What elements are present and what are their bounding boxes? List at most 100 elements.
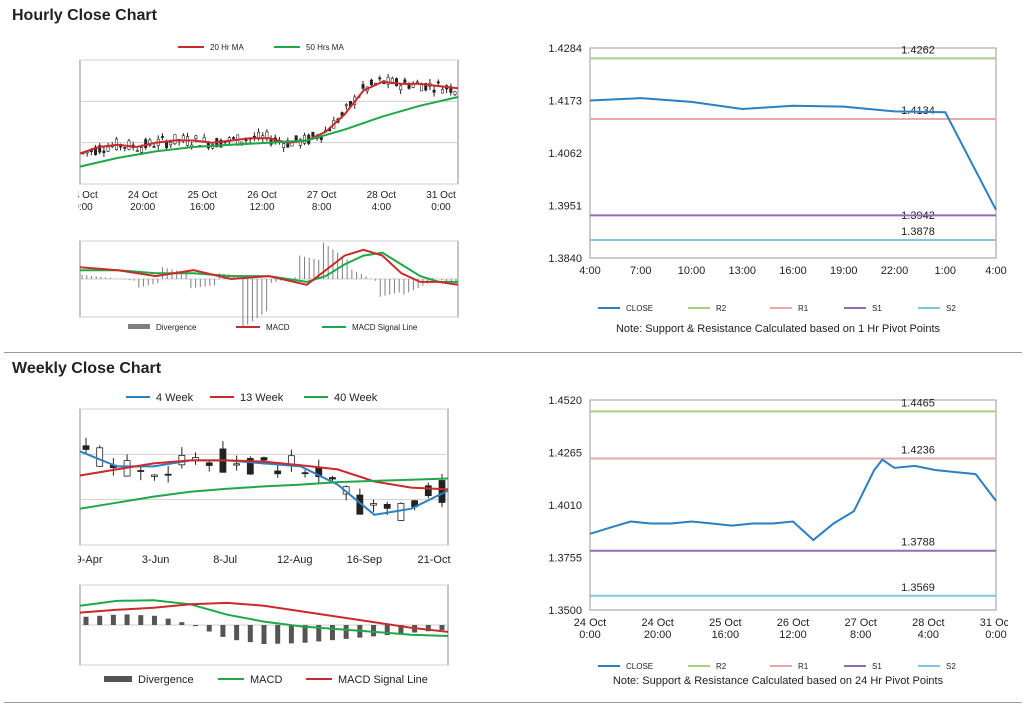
pivot-level-label: 1.3878 (901, 226, 935, 238)
legend-macd: MACD (266, 323, 290, 332)
pivot-level-label: 1.4465 (901, 397, 935, 409)
candle-body (383, 503, 391, 509)
candle-body (394, 78, 398, 86)
y-tick-label: 1.3840 (548, 253, 582, 265)
x-tick-label: 25 Oct 16:00 (709, 617, 741, 641)
divergence-bar (165, 618, 171, 625)
divergence-bar (124, 614, 130, 625)
legend-s1: S1 (872, 304, 882, 313)
legend-close: CLOSE (626, 304, 653, 313)
divergence-bar (261, 625, 267, 645)
candle-body (173, 134, 177, 144)
candle-body (82, 445, 90, 450)
plot-area-border (589, 399, 997, 611)
hourly-candle-panel: 20 Hr MA 50 Hrs MA 1.42901.41001.39101.3… (78, 33, 463, 233)
x-tick-label: 4:00 (579, 265, 600, 277)
candle-body (344, 104, 348, 107)
pivot-level-label: 1.4236 (901, 444, 935, 456)
x-tick-label: 4:00 (985, 265, 1006, 277)
candle-body (282, 143, 286, 148)
legend-close: CLOSE (626, 662, 653, 671)
hourly-candle-legend: 20 Hr MA 50 Hrs MA (178, 43, 344, 52)
candle-body (96, 447, 104, 467)
divergence-bar (439, 625, 445, 630)
candle-body (135, 150, 139, 152)
divergence-bar (138, 615, 144, 625)
x-tick-label: 8-Jul (213, 554, 237, 566)
y-tick-label: 1.3500 (548, 605, 582, 617)
divergence-bar (343, 625, 349, 639)
candle-body (194, 135, 198, 139)
plot-area-border (79, 408, 449, 546)
candle-body (415, 81, 419, 84)
candle-body (164, 473, 172, 476)
legend-r2: R2 (716, 304, 727, 313)
legend-week-2: 40 Week (334, 392, 378, 404)
x-tick-label: 31 Oct0:00 (980, 617, 1008, 641)
divergence-bar (220, 625, 226, 637)
x-tick-label: 13:00 (728, 265, 756, 277)
series-line-macd-signal (80, 251, 458, 283)
y-tick-label: 1.4062 (548, 148, 582, 160)
weekly-candle-panel: 1.52501.45001.37501.30004 Week13 Week40 … (78, 387, 463, 572)
pivot-note: Note: Support & Resistance Calculated ba… (613, 675, 944, 687)
hourly-macd-panel: 0.01300.0000-0.0130DivergenceMACDMACD Si… (78, 235, 463, 335)
candle-body (399, 85, 403, 91)
candle-body (407, 84, 411, 89)
x-tick-label: 12-Aug (277, 554, 312, 566)
candle-body (233, 463, 241, 466)
legend-s2: S2 (946, 304, 956, 313)
divergence-bar (193, 625, 199, 627)
y-tick-label: 1.3755 (548, 553, 582, 565)
candle-body (106, 146, 110, 152)
y-tick-label: 1.4520 (548, 395, 582, 407)
divergence-bar (275, 625, 281, 644)
candle-body (205, 462, 213, 466)
x-tick-label: 16:00 (779, 265, 807, 277)
divergence-bar (371, 625, 377, 637)
legend-r1: R1 (798, 662, 809, 671)
legend-week-1: 13 Week (240, 392, 284, 404)
candle-body (329, 477, 336, 480)
legend-macd-signal-line: MACD Signal Line (352, 323, 418, 332)
plot-area-border (589, 47, 997, 259)
series-line-13-week (79, 459, 449, 491)
x-tick-label: 7:00 (630, 265, 651, 277)
x-tick-label: 24 Oct0:00 (574, 617, 606, 641)
x-tick-label: 28 Oct 4:00 (367, 190, 397, 213)
divergence-bar (179, 622, 185, 625)
candle-body (453, 91, 457, 95)
section-divider (4, 352, 1022, 353)
legend-20hr-ma: 20 Hr MA (210, 43, 244, 52)
x-tick-label: 26 Oct 12:00 (777, 617, 809, 641)
series-line-40-week (79, 477, 449, 510)
pivot-level-label: 1.4262 (901, 44, 935, 56)
x-tick-label: 1:00 (935, 265, 956, 277)
series-line-close (589, 97, 997, 211)
candle-body (140, 147, 144, 153)
x-tick-label: 24 Oct 20:00 (128, 190, 158, 213)
x-tick-label: 16-Sep (347, 554, 382, 566)
y-tick-label: 1.4010 (548, 500, 582, 512)
x-tick-label: 26 Oct 12:00 (247, 190, 277, 213)
candle-body (169, 142, 173, 146)
x-tick-label: 21-Oct (417, 554, 450, 566)
divergence-bar (110, 614, 116, 625)
weekly-macd-panel: 0.05800.0000-0.0580DivergenceMACDMACD Si… (78, 575, 463, 693)
candle-body (260, 457, 268, 461)
candle-body (420, 84, 424, 92)
daily-line-panel: 1.4520 1.4265 1.4010 1.3755 1.3500 1.4465 1.42… (538, 390, 1008, 695)
candle-body (397, 503, 405, 521)
x-tick-label: 29-Apr (78, 554, 103, 566)
divergence-bar (234, 625, 240, 641)
candle-body (231, 137, 235, 139)
legend-divergence: Divergence (156, 323, 197, 332)
series-line-50hrs-ma (79, 96, 459, 168)
candle-body (265, 131, 269, 139)
x-tick-label: 19:00 (830, 265, 858, 277)
pivot-level-label: 1.3569 (901, 582, 935, 594)
x-tick-label: 24 Oct 20:00 (641, 617, 673, 641)
x-tick-label: 10:00 (678, 265, 706, 277)
candle-body (303, 135, 307, 144)
x-tick-label: 22:00 (881, 265, 909, 277)
